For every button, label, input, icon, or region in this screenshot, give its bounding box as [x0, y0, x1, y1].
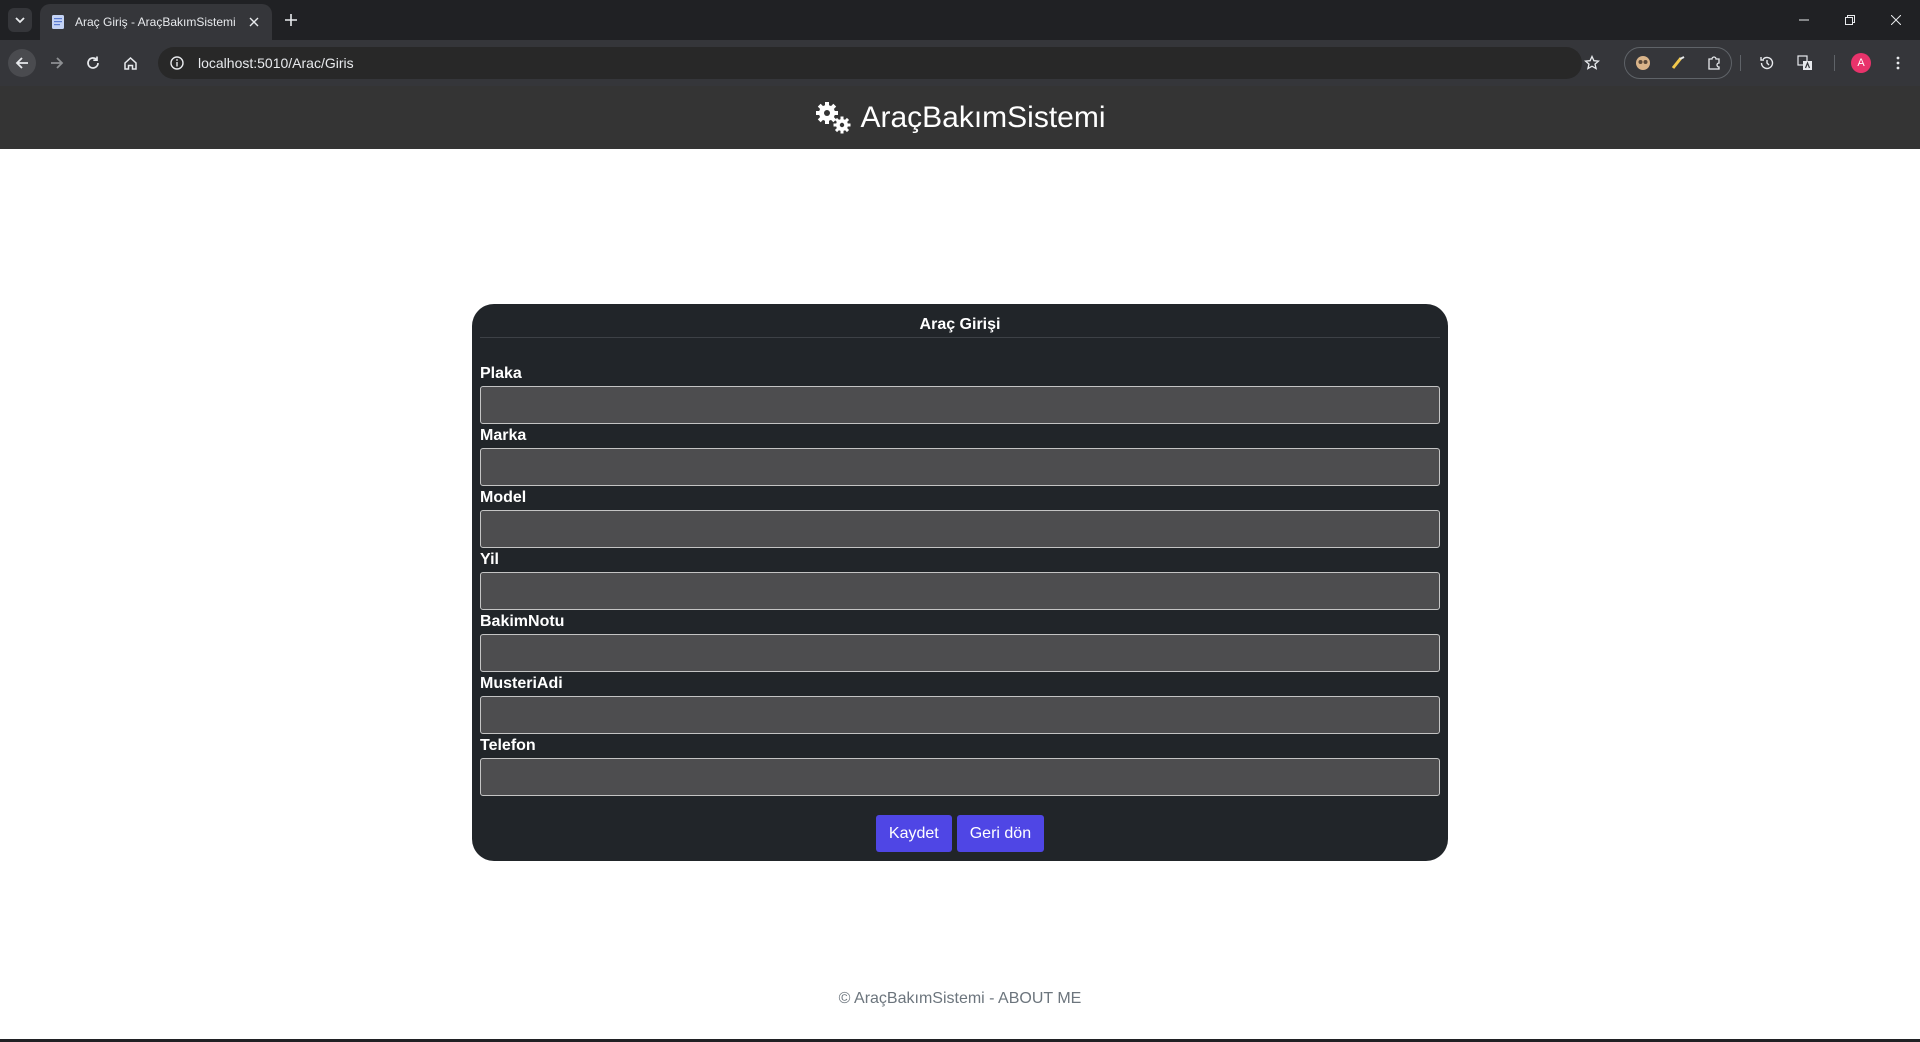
- browser-toolbar: localhost:5010/Arac/Giris A: [0, 40, 1920, 86]
- translate-button[interactable]: [1791, 49, 1819, 77]
- site-info-icon[interactable]: [168, 54, 186, 72]
- back-button[interactable]: Geri dön: [956, 815, 1045, 852]
- history-button[interactable]: [1753, 49, 1781, 77]
- minimize-button[interactable]: [1781, 0, 1827, 40]
- telefon-input[interactable]: [480, 758, 1440, 796]
- plaka-input[interactable]: [480, 386, 1440, 424]
- extension-1-button[interactable]: [1629, 49, 1657, 77]
- bakimnotu-input[interactable]: [480, 634, 1440, 672]
- telefon-label: Telefon: [480, 737, 536, 754]
- extension-2-button[interactable]: [1664, 49, 1692, 77]
- profile-avatar[interactable]: A: [1851, 53, 1871, 73]
- toolbar-separator: [1740, 55, 1741, 71]
- bakimnotu-label: BakimNotu: [480, 613, 565, 630]
- chevron-down-icon: [15, 17, 25, 24]
- tab-title: Araç Giriş - AraçBakımSistemi: [75, 15, 236, 29]
- minimize-icon: [1799, 19, 1809, 21]
- extension-face-icon: [1636, 56, 1650, 70]
- brand-name: AraçBakımSistemi: [860, 100, 1106, 134]
- home-icon: [123, 56, 137, 70]
- star-icon: [1584, 55, 1600, 70]
- reload-button[interactable]: [79, 49, 107, 77]
- browser-tabstrip: Araç Giriş - AraçBakımSistemi: [0, 0, 1920, 40]
- vehicle-entry-card: Araç Girişi Plaka Marka Model Yil BakimN…: [472, 304, 1448, 861]
- browser-menu-button[interactable]: [1884, 49, 1912, 77]
- tab-close-icon[interactable]: [246, 14, 262, 30]
- reload-icon: [87, 56, 99, 69]
- arrow-left-icon: [15, 57, 28, 69]
- close-icon: [1891, 15, 1901, 25]
- arrow-right-icon: [51, 57, 64, 69]
- extensions-menu-button[interactable]: [1700, 49, 1728, 77]
- plaka-label: Plaka: [480, 365, 522, 382]
- brand-link[interactable]: AraçBakımSistemi: [814, 100, 1106, 135]
- home-button[interactable]: [116, 49, 144, 77]
- page-icon: [52, 15, 64, 29]
- bookmark-button[interactable]: [1578, 49, 1606, 77]
- vehicle-entry-form: Plaka Marka Model Yil BakimNotu MusteriA…: [480, 366, 1440, 796]
- form-actions: Kaydet Geri dön: [472, 815, 1448, 852]
- history-icon: [1760, 56, 1774, 70]
- extension-brush-icon: [1671, 56, 1685, 69]
- page-footer: © AraçBakımSistemi - ABOUT ME: [838, 990, 1082, 1007]
- close-window-button[interactable]: [1873, 0, 1919, 40]
- restore-button[interactable]: [1827, 0, 1873, 40]
- yil-input[interactable]: [480, 572, 1440, 610]
- site-header: AraçBakımSistemi: [0, 86, 1920, 149]
- back-button[interactable]: [8, 49, 36, 77]
- plus-icon: [285, 14, 297, 26]
- puzzle-icon: [1708, 56, 1720, 70]
- save-button[interactable]: Kaydet: [875, 815, 952, 852]
- toolbar-separator: [1834, 55, 1835, 71]
- yil-label: Yil: [480, 551, 499, 568]
- model-input[interactable]: [480, 510, 1440, 548]
- browser-tab[interactable]: Araç Giriş - AraçBakımSistemi: [40, 4, 272, 40]
- address-bar[interactable]: localhost:5010/Arac/Giris: [158, 47, 1582, 79]
- new-tab-button[interactable]: [281, 10, 301, 30]
- gears-icon: [816, 101, 851, 133]
- musteriadi-label: MusteriAdi: [480, 675, 563, 692]
- model-label: Model: [480, 489, 527, 506]
- restore-icon: [1845, 15, 1855, 25]
- marka-label: Marka: [480, 427, 527, 444]
- translate-icon: [1797, 55, 1812, 70]
- kebab-menu-icon: [1896, 56, 1900, 70]
- url-text: localhost:5010/Arac/Giris: [198, 55, 354, 71]
- card-title: Araç Girişi: [480, 312, 1440, 338]
- tab-search-button[interactable]: [8, 8, 32, 32]
- musteriadi-input[interactable]: [480, 696, 1440, 734]
- forward-button[interactable]: [43, 49, 71, 77]
- marka-input[interactable]: [480, 448, 1440, 486]
